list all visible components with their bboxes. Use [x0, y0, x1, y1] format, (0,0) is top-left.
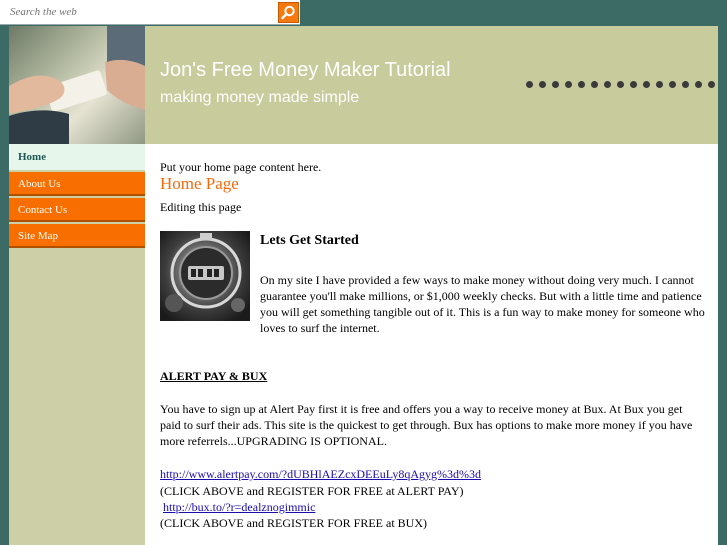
- search-button[interactable]: [278, 2, 299, 23]
- nav-item-contact-us[interactable]: Contact Us: [9, 198, 145, 222]
- search-bar: [0, 0, 300, 25]
- stopwatch-image: [160, 231, 250, 321]
- bux-note: (CLICK ABOVE and REGISTER FOR FREE at BU…: [160, 516, 427, 530]
- alertpay-link[interactable]: http://www.alertpay.com/?dUBHlAEZcxDEEuL…: [160, 466, 481, 482]
- nav-item-about-us[interactable]: About Us: [9, 172, 145, 196]
- page: Jon's Free Money Maker Tutorial making m…: [9, 26, 718, 545]
- decorative-dots: [524, 80, 718, 90]
- page-heading: Home Page: [160, 174, 239, 193]
- intro-text: Put your home page content here.: [160, 160, 322, 174]
- site-title: Jon's Free Money Maker Tutorial: [160, 59, 451, 81]
- sidebar: Home About Us Contact Us Site Map: [9, 144, 145, 545]
- section-title: ALERT PAY & BUX: [160, 369, 268, 383]
- alertpay-note: (CLICK ABOVE and REGISTER FOR FREE at AL…: [160, 484, 464, 498]
- nav-item-site-map[interactable]: Site Map: [9, 224, 145, 248]
- header-photo: [9, 26, 145, 144]
- site-tagline: making money made simple: [160, 89, 360, 106]
- editing-text: Editing this page: [160, 200, 242, 214]
- section-paragraph: You have to sign up at Alert Pay first i…: [160, 402, 693, 448]
- search-icon: [281, 5, 295, 20]
- feature-title: Lets Get Started: [260, 233, 359, 248]
- feature-paragraph: On my site I have provided a few ways to…: [260, 273, 705, 335]
- header: Jon's Free Money Maker Tutorial making m…: [9, 26, 718, 144]
- nav-item-home[interactable]: Home: [9, 144, 145, 170]
- bux-link[interactable]: http://bux.to/?r=dealznogimmic: [163, 499, 315, 515]
- search-input[interactable]: [8, 3, 272, 21]
